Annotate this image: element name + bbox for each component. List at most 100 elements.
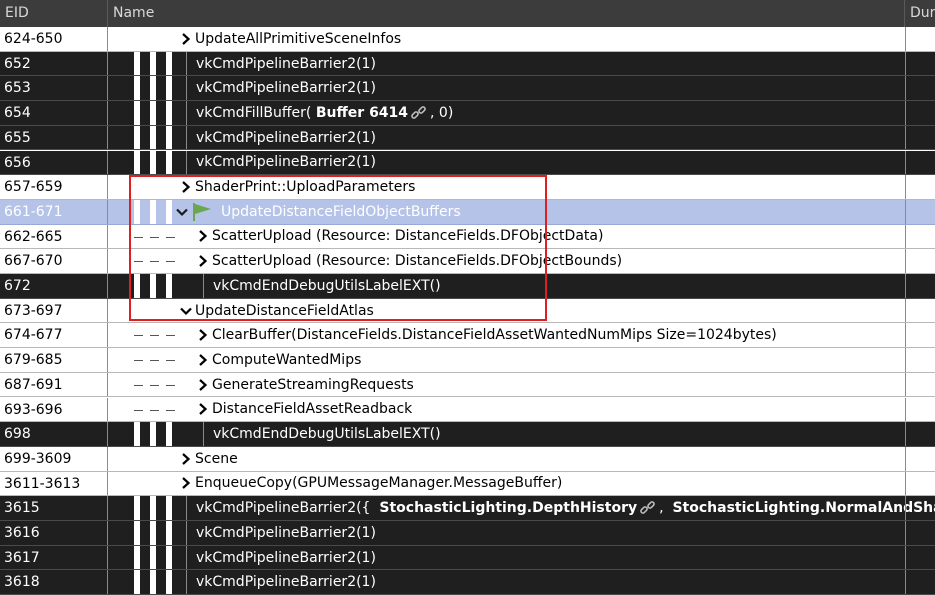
event-label: UpdateDistanceFieldObjectBuffers [221, 203, 461, 220]
tree-guide-dash [150, 261, 159, 263]
chevron-down-icon[interactable] [175, 205, 189, 219]
tree-guide [134, 51, 140, 76]
eid-cell: 662-665 [0, 224, 108, 249]
tree-guide [150, 76, 156, 101]
duration-cell [905, 496, 935, 520]
event-label: vkCmdPipelineBarrier2(1) [196, 80, 376, 97]
eid-cell: 656 [0, 150, 108, 175]
tree-guide-dash [166, 360, 175, 362]
tree-guide-dash [134, 335, 143, 337]
resource-link[interactable]: Buffer 6414 [316, 101, 408, 125]
chevron-right-icon[interactable] [179, 476, 193, 490]
table-row[interactable]: 673-697 UpdateDistanceFieldAtlas [0, 298, 935, 324]
tree-guide [134, 521, 140, 545]
header-eid[interactable]: EID [0, 0, 108, 27]
event-label: vkCmdEndDebugUtilsLabelEXT() [213, 426, 441, 443]
chevron-right-icon[interactable] [196, 328, 210, 342]
table-row[interactable]: 3615 vkCmdPipelineBarrier2({ StochasticLi… [0, 496, 935, 521]
eid-cell: 687-691 [0, 372, 108, 397]
chevron-right-icon[interactable] [196, 402, 210, 416]
header-duration[interactable]: Dur [905, 0, 935, 27]
duration-cell [905, 446, 935, 471]
header-name[interactable]: Name [108, 0, 905, 27]
link-icon[interactable] [410, 105, 428, 121]
table-row[interactable]: 661-671 UpdateDistanceFieldObjectBuffers [0, 199, 935, 225]
tree-guide-dash [166, 261, 175, 263]
table-row[interactable]: 699-3609 Scene [0, 446, 935, 472]
name-cell: vkCmdPipelineBarrier2({ StochasticLighti… [196, 496, 935, 520]
event-label: ScatterUpload (Resource: DistanceFields.… [212, 253, 623, 270]
resource-link[interactable]: StochasticLighting.DepthHistory [379, 496, 637, 520]
event-label: , 0) [430, 104, 454, 121]
table-row[interactable]: 698 vkCmdEndDebugUtilsLabelEXT() [0, 422, 935, 447]
tree-guide [150, 496, 156, 520]
duration-cell [905, 199, 935, 224]
tree-guide [166, 150, 172, 175]
duration-cell [905, 397, 935, 422]
tree-guide-dash [134, 360, 143, 362]
tree-guide-dash [150, 335, 159, 337]
tree-guide [166, 545, 172, 570]
table-row[interactable]: 3611-3613 EnqueueCopy(GPUMessageManager.M… [0, 471, 935, 497]
tree-guide-dash [166, 335, 175, 337]
eid-cell: 661-671 [0, 199, 108, 224]
table-row[interactable]: 655 vkCmdPipelineBarrier2(1) [0, 125, 935, 151]
event-label: Scene [195, 450, 238, 467]
table-row[interactable]: 667-670 ScatterUpload (Resource: Distance… [0, 249, 935, 274]
chevron-right-icon[interactable] [196, 353, 210, 367]
tree-guide-dash [134, 236, 143, 238]
duration-cell [905, 274, 935, 298]
tree-guide [166, 199, 172, 224]
duration-cell [905, 521, 935, 545]
tree-guide [134, 422, 140, 446]
tree-guide-dash [134, 261, 143, 263]
chevron-right-icon[interactable] [196, 254, 210, 268]
name-cell: vkCmdPipelineBarrier2(1) [196, 521, 376, 545]
table-row[interactable]: 693-696 DistanceFieldAssetReadback [0, 397, 935, 423]
resource-link[interactable]: StochasticLighting.NormalAndSha [672, 496, 935, 520]
duration-cell [905, 249, 935, 273]
event-label: , [659, 500, 673, 517]
name-cell: UpdateDistanceFieldObjectBuffers [175, 200, 461, 224]
eid-cell: 679-685 [0, 348, 108, 372]
eid-cell: 657-659 [0, 175, 108, 199]
eid-cell: 653 [0, 76, 108, 101]
eid-cell: 654 [0, 101, 108, 125]
table-row[interactable]: 654 vkCmdFillBuffer( Buffer 6414 , 0) [0, 101, 935, 126]
chevron-right-icon[interactable] [179, 32, 193, 46]
duration-cell [905, 570, 935, 595]
eid-cell: 3617 [0, 545, 108, 570]
tree-guide [166, 76, 172, 101]
table-row[interactable]: 657-659 ShaderPrint::UploadParameters [0, 175, 935, 200]
tree-guide [166, 101, 172, 125]
table-row[interactable]: 3617 vkCmdPipelineBarrier2(1) [0, 545, 935, 571]
table-row[interactable]: 653 vkCmdPipelineBarrier2(1) [0, 76, 935, 102]
tree-guide [134, 496, 140, 520]
table-row[interactable]: 687-691 GenerateStreamingRequests [0, 372, 935, 398]
name-cell: UpdateAllPrimitiveSceneInfos [179, 27, 401, 51]
duration-cell [905, 545, 935, 570]
eid-cell: 699-3609 [0, 446, 108, 471]
table-row[interactable]: 656 vkCmdPipelineBarrier2(1) [0, 150, 935, 176]
chevron-right-icon[interactable] [196, 229, 210, 243]
chevron-right-icon[interactable] [196, 378, 210, 392]
name-cell: GenerateStreamingRequests [196, 373, 414, 397]
table-row[interactable]: 674-677 ClearBuffer(DistanceFields.Distan… [0, 323, 935, 349]
link-icon[interactable] [639, 500, 657, 516]
chevron-down-icon[interactable] [179, 304, 193, 318]
tree-connector [186, 521, 187, 545]
table-row[interactable]: 624-650 UpdateAllPrimitiveSceneInfos [0, 27, 935, 52]
table-row[interactable]: 3616 vkCmdPipelineBarrier2(1) [0, 521, 935, 546]
name-cell: EnqueueCopy(GPUMessageManager.MessageBuf… [179, 472, 562, 496]
table-row[interactable]: 679-685 ComputeWantedMips [0, 348, 935, 373]
chevron-right-icon[interactable] [179, 180, 193, 194]
eid-cell: 693-696 [0, 397, 108, 422]
table-row[interactable]: 662-665 ScatterUpload (Resource: Distance… [0, 224, 935, 250]
chevron-right-icon[interactable] [179, 452, 193, 466]
table-row[interactable]: 652 vkCmdPipelineBarrier2(1) [0, 51, 935, 77]
tree-guide-dash [166, 236, 175, 238]
tree-guide [134, 150, 140, 175]
duration-cell [905, 348, 935, 372]
tree-guide [150, 521, 156, 545]
table-row[interactable]: 672 vkCmdEndDebugUtilsLabelEXT() [0, 274, 935, 299]
